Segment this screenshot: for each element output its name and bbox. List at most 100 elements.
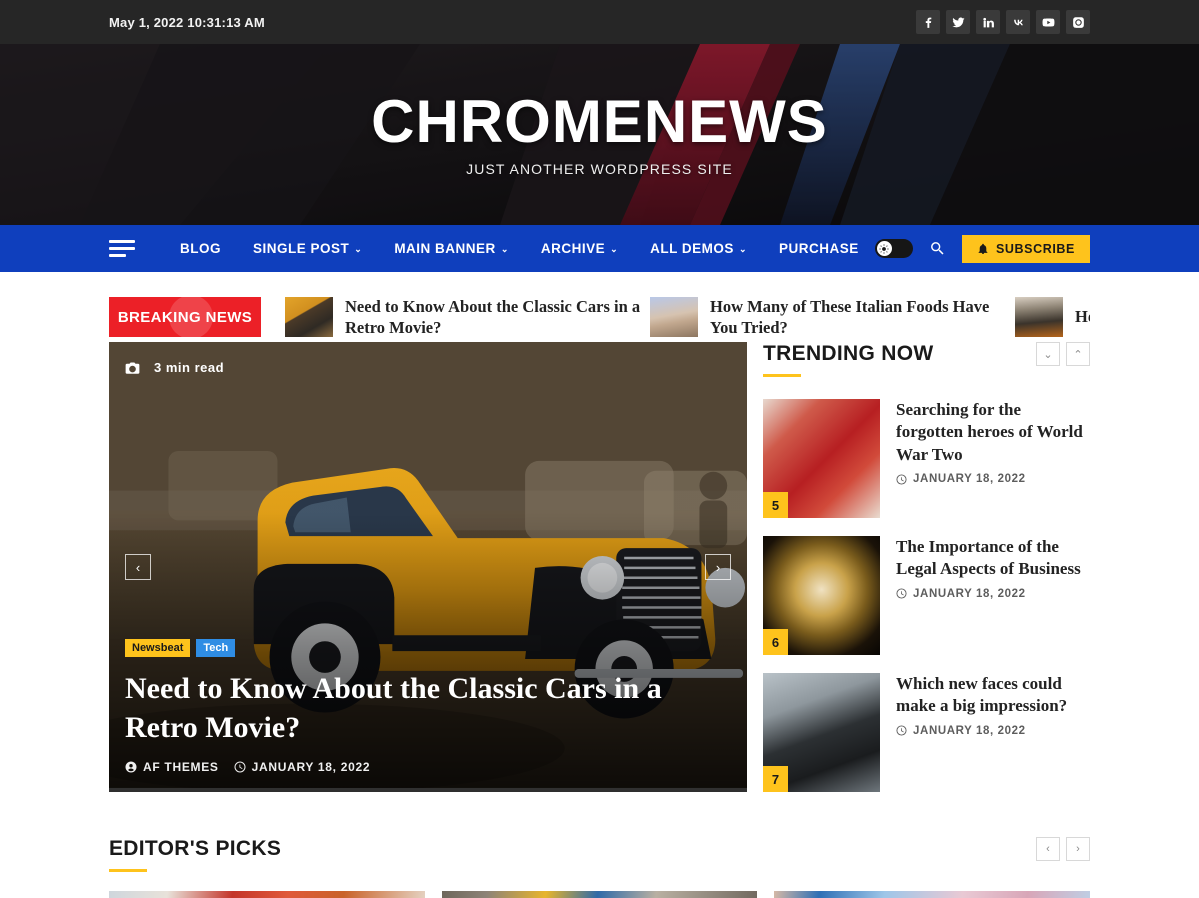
trending-nav-buttons: ⌄ ⌃	[1036, 342, 1090, 366]
thumbnail: 5	[763, 399, 881, 518]
linkedin-icon[interactable]	[976, 10, 1000, 34]
breaking-news-label[interactable]: BREAKING NEWS	[109, 297, 261, 337]
top-bar: May 1, 2022 10:31:13 AM	[0, 0, 1199, 44]
masthead: CHROMENEWS JUST ANOTHER WORDPRESS SITE	[0, 44, 1199, 225]
thumbnail	[1015, 297, 1063, 337]
date-label: JANUARY 18, 2022	[913, 473, 1026, 486]
dark-mode-toggle[interactable]	[874, 239, 913, 258]
nav-item-archive[interactable]: ARCHIVE ⌄	[525, 241, 634, 256]
nav-label: PURCHASE	[778, 241, 859, 256]
hero-author[interactable]: AF THEMES	[125, 760, 219, 774]
chevron-down-icon: ⌄	[500, 244, 509, 254]
breaking-news-title: How Many of These Italian Foods Have You…	[710, 296, 990, 337]
site-title[interactable]: CHROMENEWS	[371, 92, 828, 152]
editors-picks-title: EDITOR'S PICKS	[109, 837, 281, 872]
thumbnail	[285, 297, 333, 337]
social-links	[916, 10, 1090, 34]
clock-icon	[896, 588, 907, 599]
nav-item-main-banner[interactable]: MAIN BANNER ⌄	[378, 241, 525, 256]
breaking-news-bar: BREAKING NEWS Need to Know About the Cla…	[0, 272, 1199, 342]
clock-icon	[234, 761, 246, 773]
chevron-down-icon: ⌄	[610, 244, 619, 254]
nav-label: ARCHIVE	[540, 241, 606, 256]
subscribe-label: SUBSCRIBE	[995, 241, 1075, 256]
editors-pick-card[interactable]: 3 min read	[774, 891, 1091, 898]
nav-item-blog[interactable]: BLOG	[164, 241, 237, 256]
instagram-icon[interactable]	[1066, 10, 1090, 34]
chevron-down-icon: ⌄	[738, 244, 747, 254]
twitter-icon[interactable]	[946, 10, 970, 34]
nav-label: MAIN BANNER	[394, 241, 496, 256]
camera-icon	[125, 362, 140, 374]
editors-pick-card[interactable]: 3 min read	[109, 891, 425, 898]
trending-now-section: TRENDING NOW ⌄ ⌃ 5 Searching for the for…	[763, 342, 1090, 810]
nav-items: BLOG SINGLE POST ⌄ MAIN BANNER ⌄ ARCHIVE…	[109, 240, 875, 257]
clock-icon	[896, 474, 907, 485]
hero-date[interactable]: JANUARY 18, 2022	[234, 760, 371, 774]
trending-rank: 6	[763, 629, 789, 655]
nav-item-single-post[interactable]: SINGLE POST ⌄	[237, 241, 378, 256]
trending-rank: 7	[763, 766, 789, 792]
trending-item-title: Which new faces could make a big impress…	[896, 674, 1068, 716]
editors-picks-list: 3 min read 3 min read 3 min read	[109, 891, 1091, 898]
hero-featured-article[interactable]: 3 min read ‹ › Newsbeat Tech Need to Kno…	[109, 342, 748, 792]
breaking-news-title: How To Write Headlines	[1075, 307, 1090, 327]
editors-pick-card[interactable]: 3 min read	[441, 891, 758, 898]
trending-item-title: Searching for the forgotten heroes of Wo…	[896, 400, 1083, 464]
thumbnail	[650, 297, 698, 337]
category-badge-newsbeat[interactable]: Newsbeat	[125, 639, 191, 657]
trending-item-date: JANUARY 18, 2022	[896, 473, 1090, 485]
hero-title[interactable]: Need to Know About the Classic Cars in a…	[125, 669, 717, 747]
category-badge-tech[interactable]: Tech	[196, 639, 236, 657]
trending-header: TRENDING NOW ⌄ ⌃	[763, 342, 1090, 377]
nav-actions: SUBSCRIBE	[874, 234, 1090, 263]
nav-label: SINGLE POST	[253, 241, 350, 256]
search-icon[interactable]	[929, 240, 946, 257]
nav-item-purchase[interactable]: PURCHASE	[763, 241, 875, 256]
trending-up-button[interactable]: ⌃	[1066, 342, 1090, 366]
hero-author-label: AF THEMES	[143, 760, 219, 774]
nav-label: ALL DEMOS	[650, 241, 734, 256]
hero-categories: Newsbeat Tech	[125, 639, 717, 657]
editors-picks-prev-button[interactable]: ‹	[1036, 837, 1060, 861]
hamburger-menu-icon[interactable]	[109, 240, 135, 257]
trending-down-button[interactable]: ⌄	[1036, 342, 1060, 366]
nav-label: BLOG	[180, 241, 221, 256]
editors-picks-nav-buttons: ‹ ›	[1036, 837, 1090, 861]
date-label: JANUARY 18, 2022	[913, 587, 1026, 600]
trending-item[interactable]: 5 Searching for the forgotten heroes of …	[763, 399, 1090, 518]
toggle-knob	[876, 241, 892, 256]
trending-item-date: JANUARY 18, 2022	[896, 725, 1090, 737]
hero-next-button[interactable]: ›	[705, 554, 732, 580]
breaking-news-item[interactable]: How To Write Headlines	[1015, 296, 1090, 338]
editors-picks-header: EDITOR'S PICKS ‹ ›	[109, 837, 1090, 872]
main-content: 3 min read ‹ › Newsbeat Tech Need to Kno…	[0, 342, 1199, 810]
thumbnail: 7	[763, 673, 881, 792]
breaking-news-title: Need to Know About the Classic Cars in a…	[345, 296, 641, 337]
bell-icon	[978, 243, 988, 254]
hero-prev-button[interactable]: ‹	[125, 554, 151, 580]
trending-item-title: The Importance of the Legal Aspects of B…	[896, 537, 1081, 579]
trending-item[interactable]: 7 Which new faces could make a big impre…	[763, 673, 1090, 792]
trending-rank: 5	[763, 492, 789, 518]
editors-picks-next-button[interactable]: ›	[1066, 837, 1090, 861]
clock-icon	[896, 725, 907, 736]
facebook-icon[interactable]	[916, 10, 940, 34]
user-icon	[125, 761, 137, 773]
youtube-icon[interactable]	[1036, 10, 1060, 34]
hero-meta: AF THEMES JANUARY 18, 2022	[125, 760, 717, 774]
current-datetime: May 1, 2022 10:31:13 AM	[109, 14, 265, 30]
breaking-news-item[interactable]: How Many of These Italian Foods Have You…	[650, 296, 1015, 338]
breaking-news-item[interactable]: Need to Know About the Classic Cars in a…	[285, 296, 650, 338]
main-navigation: BLOG SINGLE POST ⌄ MAIN BANNER ⌄ ARCHIVE…	[0, 225, 1199, 272]
date-label: JANUARY 18, 2022	[913, 724, 1026, 737]
trending-item-date: JANUARY 18, 2022	[896, 588, 1090, 600]
read-time-label: 3 min read	[154, 360, 225, 375]
subscribe-button[interactable]: SUBSCRIBE	[961, 234, 1090, 263]
vk-icon[interactable]	[1006, 10, 1030, 34]
nav-item-all-demos[interactable]: ALL DEMOS ⌄	[634, 241, 763, 256]
hero-read-time: 3 min read	[125, 360, 224, 375]
hero-caption: Newsbeat Tech Need to Know About the Cla…	[125, 639, 717, 774]
trending-title: TRENDING NOW	[763, 342, 933, 377]
trending-item[interactable]: 6 The Importance of the Legal Aspects of…	[763, 536, 1090, 655]
